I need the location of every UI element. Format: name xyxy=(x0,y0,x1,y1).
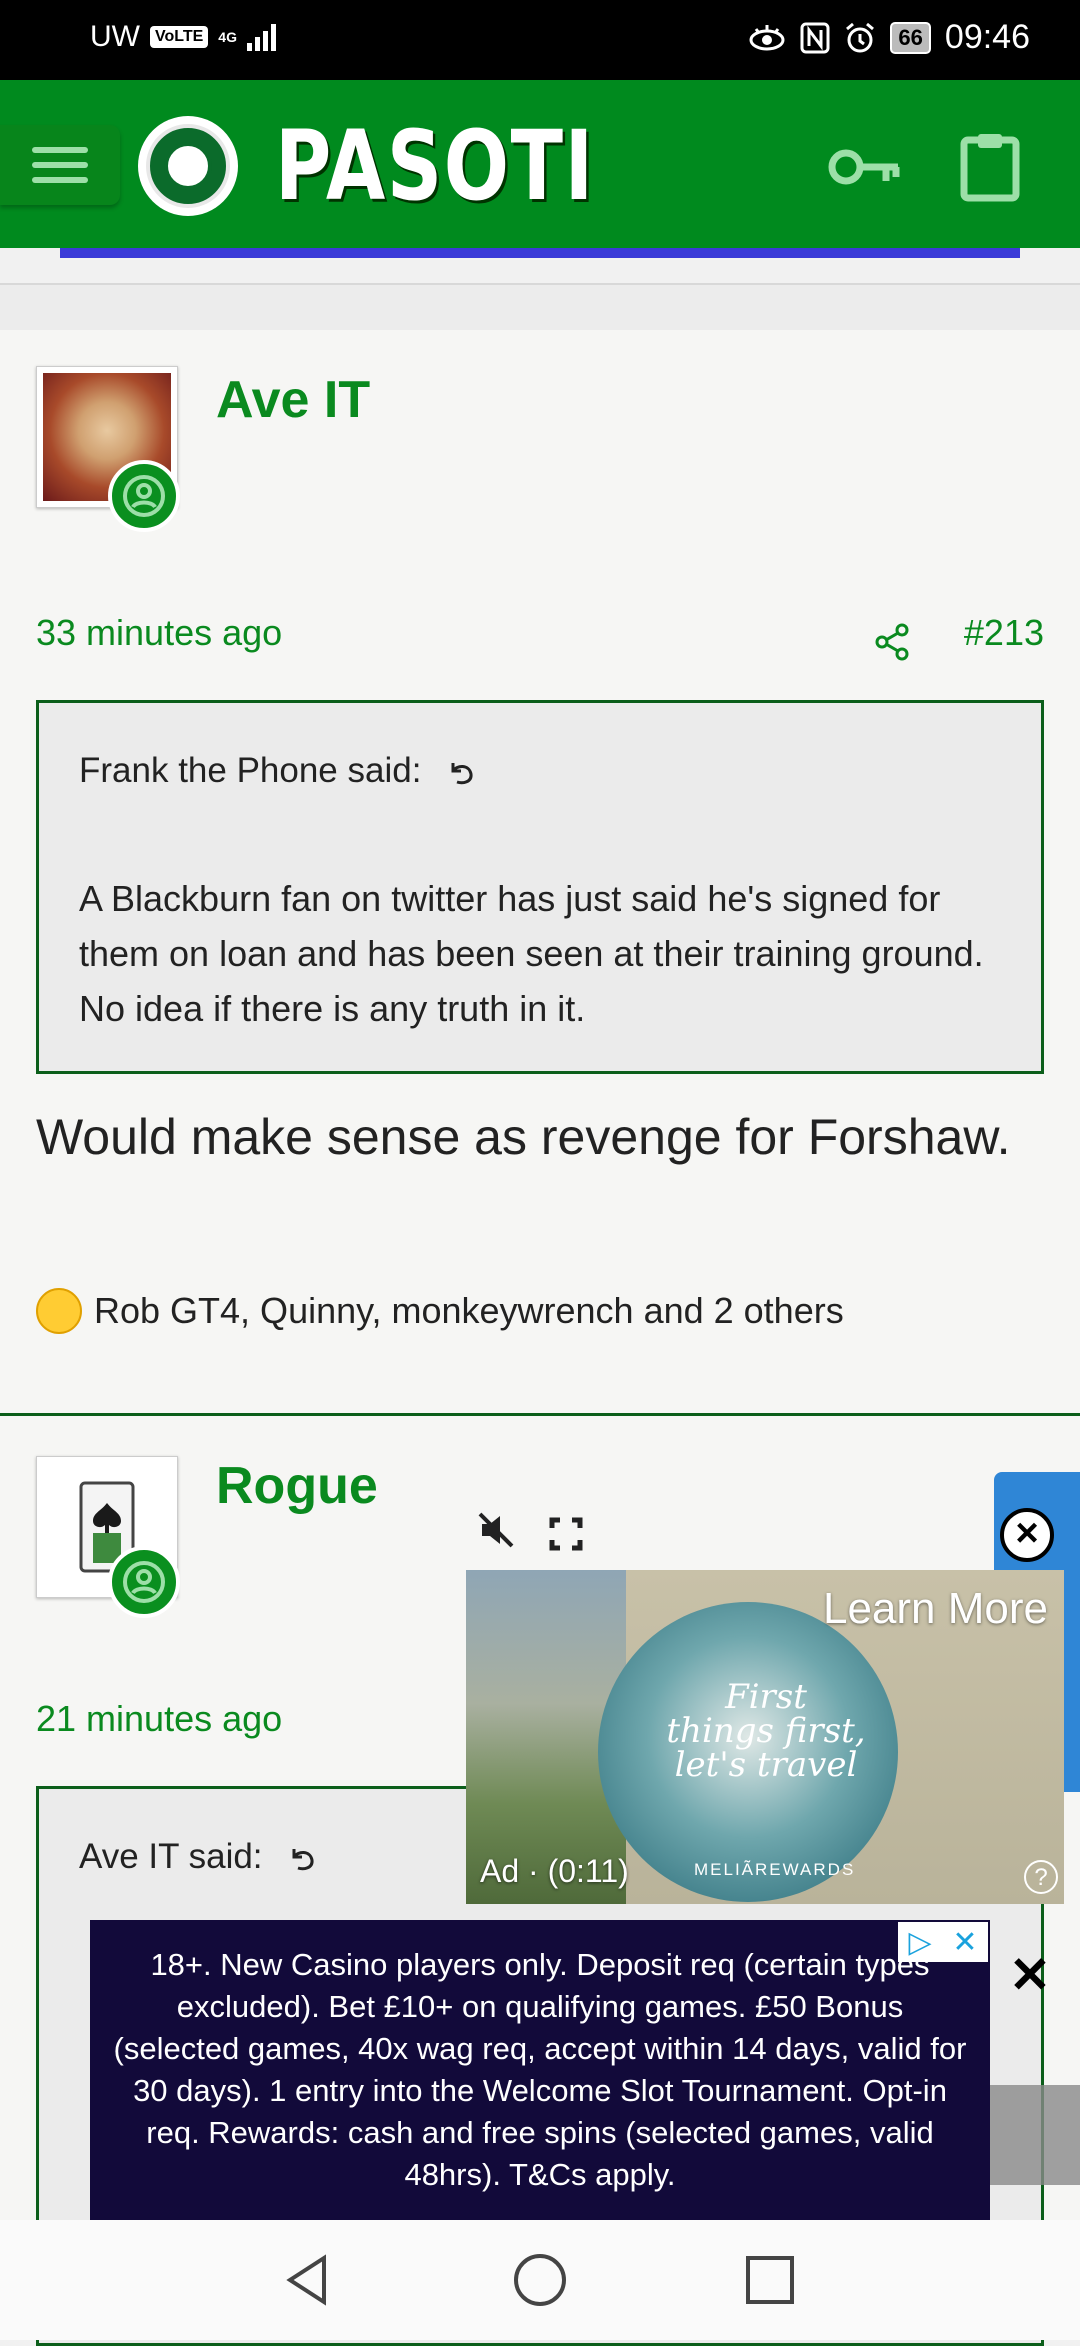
close-video-ad-button[interactable]: × xyxy=(1000,1508,1054,1562)
alarm-icon xyxy=(846,22,875,52)
clipboard-icon[interactable] xyxy=(950,132,1030,202)
site-title[interactable]: PASOTI xyxy=(275,110,595,222)
menu-button[interactable] xyxy=(0,125,120,205)
hamburger-icon xyxy=(32,147,88,153)
eye-comfort-icon xyxy=(749,24,785,50)
system-nav-bar xyxy=(0,2220,1080,2340)
site-logo[interactable] xyxy=(138,116,238,216)
battery-icon: 66 xyxy=(890,21,931,54)
ad-brand: MELIÃREWARDS xyxy=(694,1860,856,1879)
ad-headline: First things first, let's travel xyxy=(666,1677,866,1785)
carrier-label: UW xyxy=(90,20,140,53)
post-number[interactable]: #213 xyxy=(964,612,1044,654)
user-badge-icon xyxy=(108,1546,180,1618)
reaction-users[interactable]: Rob GT4, Quinny, monkeywrench and 2 othe… xyxy=(94,1290,844,1332)
laughing-emoji-icon xyxy=(36,1288,82,1334)
banner-ad[interactable]: 18+. New Casino players only. Deposit re… xyxy=(90,1920,990,2220)
jump-to-quote-icon[interactable] xyxy=(284,1841,320,1877)
username[interactable]: Rogue xyxy=(216,1456,378,1516)
username[interactable]: Ave IT xyxy=(216,370,370,430)
quote-block: Frank the Phone said: A Blackburn fan on… xyxy=(36,700,1044,1074)
share-icon[interactable] xyxy=(872,622,912,662)
banner-ad-text: 18+. New Casino players only. Deposit re… xyxy=(113,1947,967,2192)
post-time[interactable]: 21 minutes ago xyxy=(36,1698,282,1740)
site-header: PASOTI xyxy=(0,80,1080,248)
home-icon[interactable] xyxy=(510,2250,570,2310)
learn-more-button[interactable]: Learn More xyxy=(823,1584,1048,1634)
close-icon[interactable]: ✕ xyxy=(952,1925,977,1960)
jump-to-quote-icon[interactable] xyxy=(443,755,479,791)
quote-text: A Blackburn fan on twitter has just said… xyxy=(79,878,984,1029)
user-badge-icon xyxy=(108,460,180,532)
help-icon[interactable]: ? xyxy=(1024,1860,1058,1894)
accent-bar xyxy=(60,248,1020,258)
post-213: Ave IT 33 minutes ago #213 Frank the Pho… xyxy=(0,330,1080,1416)
fullscreen-icon[interactable] xyxy=(548,1516,584,1552)
adchoices-icon[interactable]: ▷ ✕ xyxy=(898,1922,988,1962)
post-gap xyxy=(0,285,1080,330)
back-icon[interactable] xyxy=(278,2250,338,2310)
reactions-bar[interactable]: Rob GT4, Quinny, monkeywrench and 2 othe… xyxy=(36,1288,844,1334)
post-time[interactable]: 33 minutes ago xyxy=(36,612,282,654)
post-body: Would make sense as revenge for Forshaw. xyxy=(36,1109,1011,1165)
ad-timer: Ad · (0:11) xyxy=(480,1853,629,1889)
video-ad[interactable]: First things first, let's travel Learn M… xyxy=(466,1570,1064,1904)
close-banner-button[interactable]: ✕ xyxy=(1000,1945,1060,2005)
recents-icon[interactable] xyxy=(740,2250,800,2310)
volte-badge: VoLTE xyxy=(149,26,209,48)
status-bar: UW VoLTE 4G 66 09:46 xyxy=(0,0,1080,80)
quote-author[interactable]: Frank the Phone said: xyxy=(79,751,421,790)
clock: 09:46 xyxy=(944,18,1030,56)
quote-author[interactable]: Ave IT said: xyxy=(79,1837,263,1876)
signal-icon xyxy=(246,23,276,51)
network-type: 4G xyxy=(218,29,237,45)
key-icon[interactable] xyxy=(826,132,906,202)
nfc-icon xyxy=(800,22,830,53)
play-icon: ▷ xyxy=(908,1925,932,1959)
mute-icon[interactable] xyxy=(476,1510,516,1550)
